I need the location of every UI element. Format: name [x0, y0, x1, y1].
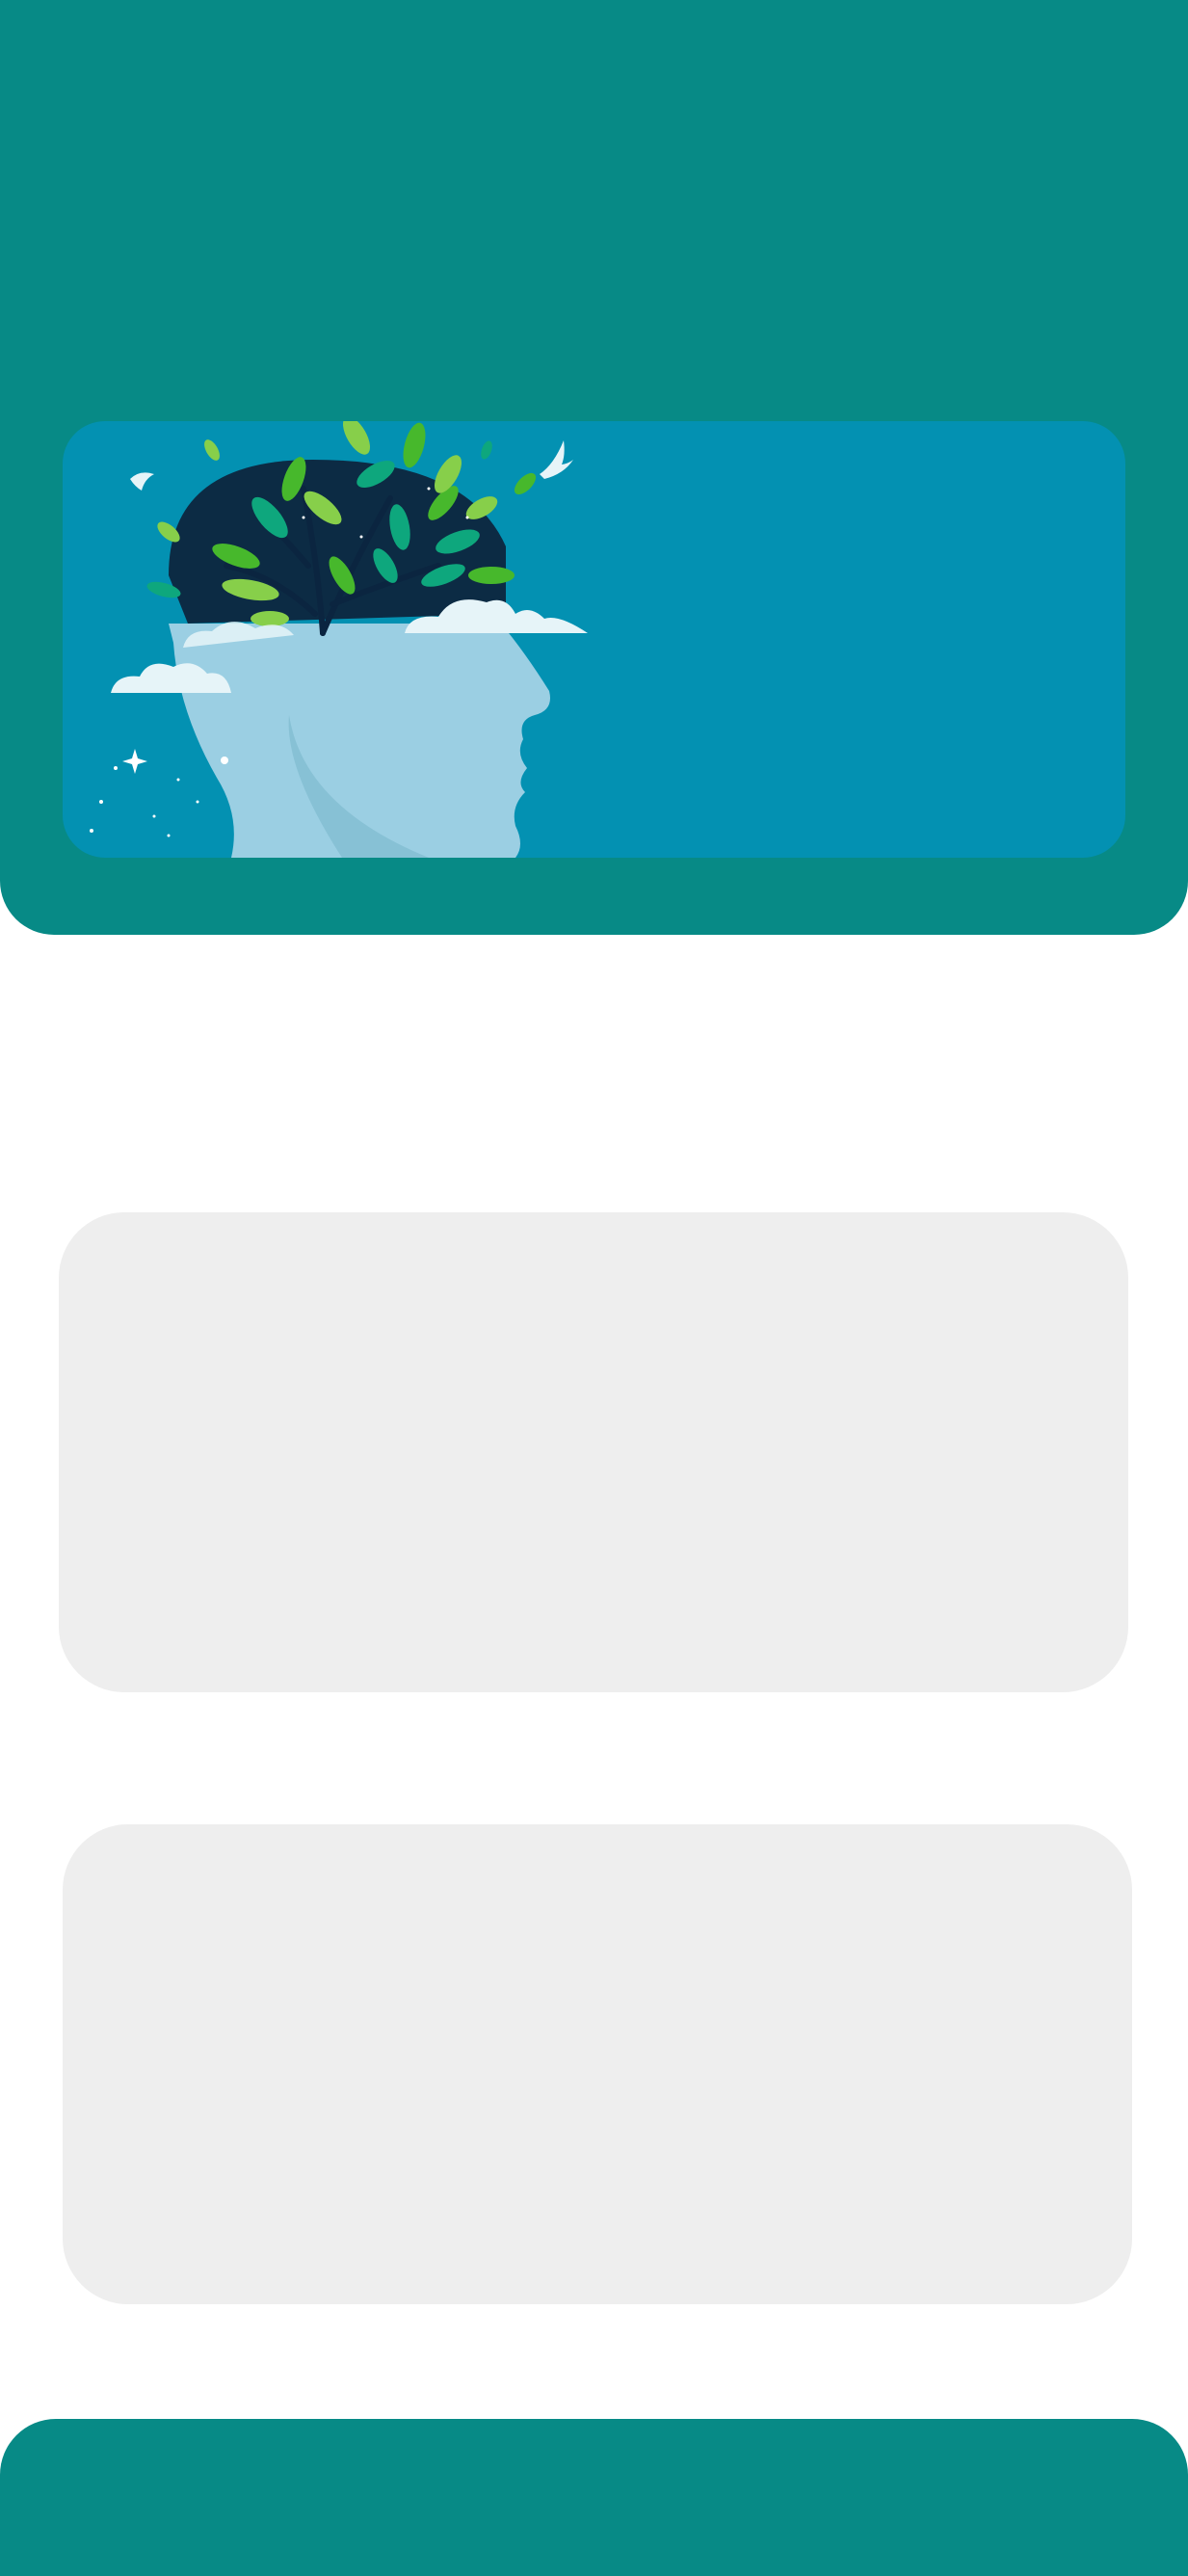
hero-banner [63, 421, 1125, 858]
footer-band [0, 2419, 1188, 2576]
leaf [251, 611, 289, 626]
content-placeholder-card [63, 1824, 1132, 2304]
mind-tree-head-illustration [63, 421, 1125, 858]
header-band [0, 0, 1188, 935]
content-placeholder-card [59, 1212, 1128, 1692]
leaf [468, 567, 515, 584]
